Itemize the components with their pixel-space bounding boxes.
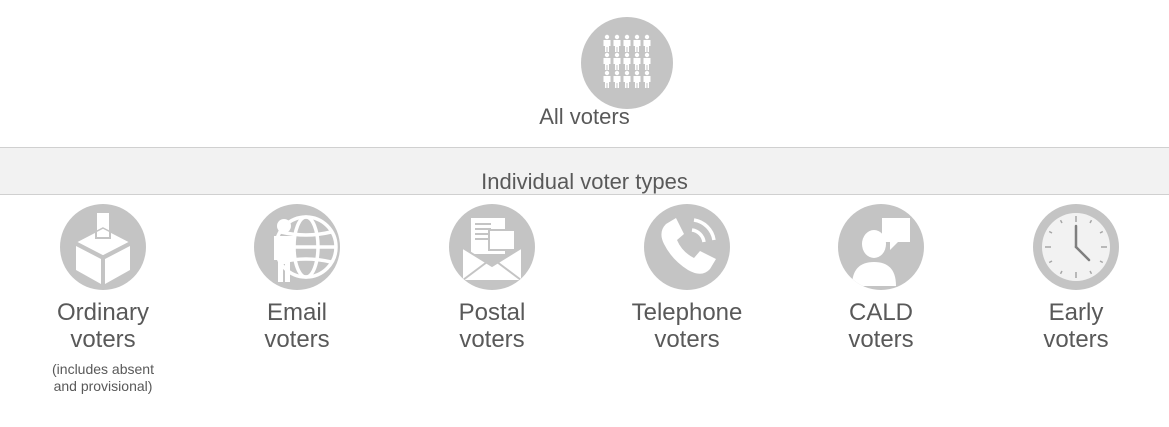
people-group-icon bbox=[581, 17, 673, 109]
cald-voters-label: CALD voters bbox=[848, 299, 914, 353]
all-voters-label: All voters bbox=[539, 104, 630, 129]
voter-types-heading: Individual voter types bbox=[481, 169, 688, 194]
all-voters-section: All voters bbox=[0, 0, 1169, 147]
person-speech-bubble-icon bbox=[838, 204, 924, 290]
voter-types-row: Ordinary voters (includes absent and provi… bbox=[0, 196, 1169, 427]
ordinary-voters-note: (includes absent and provisional) bbox=[52, 361, 154, 394]
voter-types-band: Individual voter types bbox=[0, 147, 1169, 195]
postal-voters-label: Postal voters bbox=[458, 299, 526, 353]
telephone-icon bbox=[644, 204, 730, 290]
early-voters-label: Early voters bbox=[1043, 299, 1109, 353]
email-voters-label: Email voters bbox=[264, 299, 330, 353]
telephone-voters-label: Telephone voters bbox=[631, 299, 743, 353]
envelope-letter-icon bbox=[449, 204, 535, 290]
ordinary-voters-label: Ordinary voters bbox=[56, 299, 150, 353]
ballot-box-icon bbox=[60, 204, 146, 290]
person-globe-icon bbox=[254, 204, 340, 290]
clock-icon bbox=[1033, 204, 1119, 290]
